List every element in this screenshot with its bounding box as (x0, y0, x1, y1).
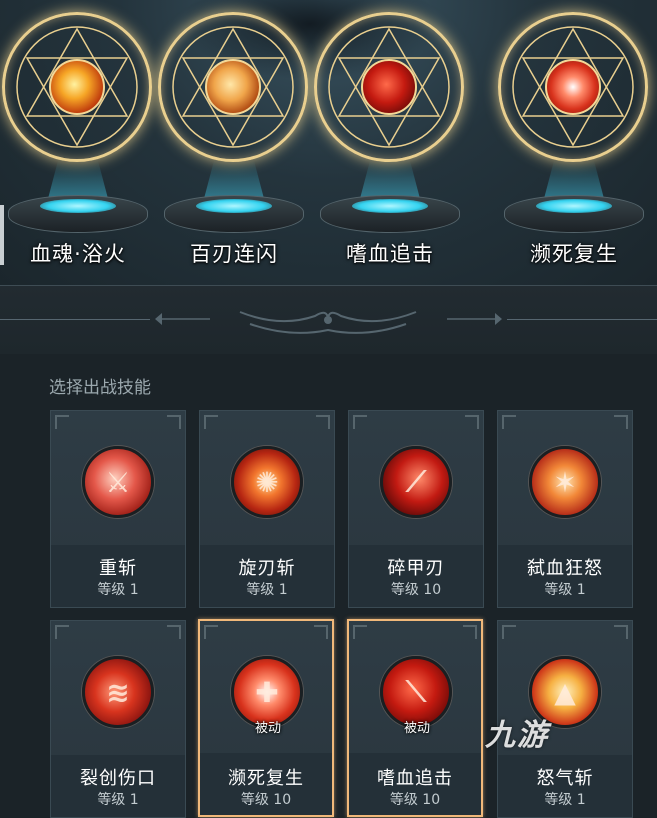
axe-slash-icon: ⚔ (82, 446, 154, 518)
pedestal-glow (40, 199, 116, 213)
crossed-blades-icon (205, 59, 261, 115)
corner-ornament (314, 625, 328, 639)
equipped-skill-name: 百刃连闪 (190, 242, 278, 266)
skill-card[interactable]: ≋ 裂创伤口 等级 1 (50, 620, 186, 818)
corner-ornament (204, 625, 218, 639)
corner-ornament (55, 415, 69, 429)
watermark-logo: 九游 (485, 718, 549, 753)
skill-level: 等级 1 (97, 582, 139, 598)
blood-slash-icon (361, 59, 417, 115)
corner-ornament (204, 415, 218, 429)
corner-ornament (316, 415, 330, 429)
corner-ornament (463, 625, 477, 639)
corner-ornament (502, 415, 516, 429)
equipped-slot-1[interactable]: 血魂·浴火 (0, 0, 156, 285)
pedestal-glow (196, 199, 272, 213)
pedestal-glow (352, 199, 428, 213)
skill-level: 等级 1 (544, 582, 586, 598)
divider-line-left (0, 319, 150, 320)
spinning-blade-icon: ✺ (231, 446, 303, 518)
skill-card[interactable]: ✶ 弑血狂怒 等级 1 (497, 410, 633, 608)
skill-name: 重斩 (99, 558, 137, 579)
skill-name: 弑血狂怒 (527, 558, 603, 579)
corner-ornament (55, 625, 69, 639)
skill-level: 等级 1 (246, 582, 288, 598)
skill-name: 裂创伤口 (80, 768, 156, 789)
skill-name: 碎甲刃 (387, 558, 445, 579)
ornamental-divider (0, 285, 657, 354)
divider-line-right (507, 319, 657, 320)
passive-badge: 被动 (254, 721, 281, 736)
skill-level: 等级 10 (240, 792, 292, 808)
skill-card-selected[interactable]: ⟍ 被动 嗜血追击 等级 10 (347, 619, 483, 817)
skill-name: 嗜血追击 (377, 768, 453, 789)
corner-ornament (353, 625, 367, 639)
skill-name: 濒死复生 (228, 768, 304, 789)
skill-card[interactable]: ✺ 旋刃斩 等级 1 (199, 410, 335, 608)
equipped-skill-name: 濒死复生 (530, 242, 618, 266)
passive-badge: 被动 (403, 721, 430, 736)
skill-level: 等级 10 (390, 582, 442, 598)
flame-burst-icon (49, 59, 105, 115)
equipped-slot-4[interactable]: 濒死复生 (496, 0, 652, 285)
blood-frenzy-icon: ✶ (529, 446, 601, 518)
revive-cross-icon (545, 59, 601, 115)
equipped-skill-name: 血魂·浴火 (30, 242, 126, 266)
ornament-scroll-icon (155, 311, 502, 334)
equipped-slot-2[interactable]: 百刃连闪 (156, 0, 312, 285)
corner-ornament (353, 415, 367, 429)
skill-level: 等级 1 (97, 792, 139, 808)
corner-ornament (502, 625, 516, 639)
skill-level: 等级 10 (389, 792, 441, 808)
equipped-skill-name: 嗜血追击 (346, 242, 434, 266)
equipped-slot-3[interactable]: 嗜血追击 (312, 0, 468, 285)
corner-ornament (614, 625, 628, 639)
skill-level: 等级 1 (544, 792, 586, 808)
armor-pierce-icon: ⟋ (380, 446, 452, 518)
corner-ornament (167, 625, 181, 639)
corner-ornament (167, 415, 181, 429)
skill-card[interactable]: ⚔ 重斩 等级 1 (50, 410, 186, 608)
pedestal-glow (536, 199, 612, 213)
corner-ornament (614, 415, 628, 429)
skill-name: 旋刃斩 (238, 558, 296, 579)
claw-wound-icon: ≋ (82, 656, 154, 728)
section-title: 选择出战技能 (49, 378, 151, 398)
corner-ornament (465, 415, 479, 429)
skill-card[interactable]: ⟋ 碎甲刃 等级 10 (348, 410, 484, 608)
equipped-skills-area: 血魂·浴火 百刃连闪 嗜血追击 濒死复生 (0, 0, 657, 285)
skill-card-selected[interactable]: ✚ 被动 濒死复生 等级 10 (198, 619, 334, 817)
